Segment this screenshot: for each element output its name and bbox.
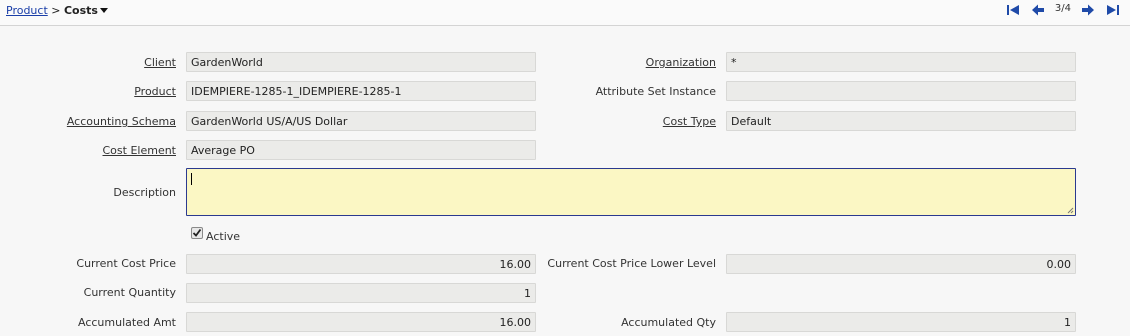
first-record-icon[interactable] <box>1006 3 1020 17</box>
checkmark-icon <box>192 228 202 237</box>
current-cost-price-lower-level-label: Current Cost Price Lower Level <box>547 257 716 270</box>
cost-type-label[interactable]: Cost Type <box>663 115 716 128</box>
attribute-set-instance-field[interactable] <box>726 81 1076 101</box>
accounting-schema-label[interactable]: Accounting Schema <box>67 115 176 128</box>
breadcrumb-bar: Product > Costs 3/4 <box>0 0 1130 26</box>
accumulated-amt-label: Accumulated Amt <box>78 316 176 329</box>
record-navigation: 3/4 <box>1006 3 1120 21</box>
resize-grip-icon[interactable] <box>1067 207 1074 214</box>
current-cost-price-label: Current Cost Price <box>76 257 176 270</box>
description-textarea[interactable] <box>186 168 1076 216</box>
attribute-set-instance-label: Attribute Set Instance <box>595 85 716 98</box>
next-record-icon[interactable] <box>1081 3 1095 17</box>
cost-element-field[interactable]: Average PO <box>186 140 536 160</box>
text-cursor <box>191 173 192 185</box>
product-field[interactable]: IDEMPIERE-1285-1_IDEMPIERE-1285-1 <box>186 81 536 101</box>
product-label[interactable]: Product <box>134 85 176 98</box>
client-label[interactable]: Client <box>144 56 176 69</box>
breadcrumb-separator: > <box>51 4 61 17</box>
previous-record-icon[interactable] <box>1031 3 1045 17</box>
client-field[interactable]: GardenWorld <box>186 52 536 72</box>
current-quantity-field[interactable]: 1 <box>186 283 536 303</box>
breadcrumb-product-link[interactable]: Product <box>6 4 48 17</box>
current-cost-price-field[interactable]: 16.00 <box>186 254 536 274</box>
organization-field[interactable]: * <box>726 52 1076 72</box>
current-quantity-label: Current Quantity <box>83 286 176 299</box>
cost-type-field[interactable]: Default <box>726 111 1076 131</box>
last-record-icon[interactable] <box>1106 3 1120 17</box>
cost-element-label[interactable]: Cost Element <box>103 144 177 157</box>
accounting-schema-field[interactable]: GardenWorld US/A/US Dollar <box>186 111 536 131</box>
description-label: Description <box>113 186 176 199</box>
organization-label[interactable]: Organization <box>646 56 716 69</box>
accumulated-qty-field[interactable]: 1 <box>726 312 1076 332</box>
current-cost-price-lower-level-field[interactable]: 0.00 <box>726 254 1076 274</box>
breadcrumb-dropdown-icon[interactable] <box>99 8 108 13</box>
accumulated-qty-label: Accumulated Qty <box>621 316 716 329</box>
record-counter: 3/4 <box>1054 3 1071 14</box>
active-label: Active <box>206 230 241 243</box>
active-checkbox[interactable] <box>191 227 203 239</box>
breadcrumb-current: Costs <box>63 4 98 17</box>
breadcrumb: Product > Costs <box>6 4 108 17</box>
accumulated-amt-field[interactable]: 16.00 <box>186 312 536 332</box>
